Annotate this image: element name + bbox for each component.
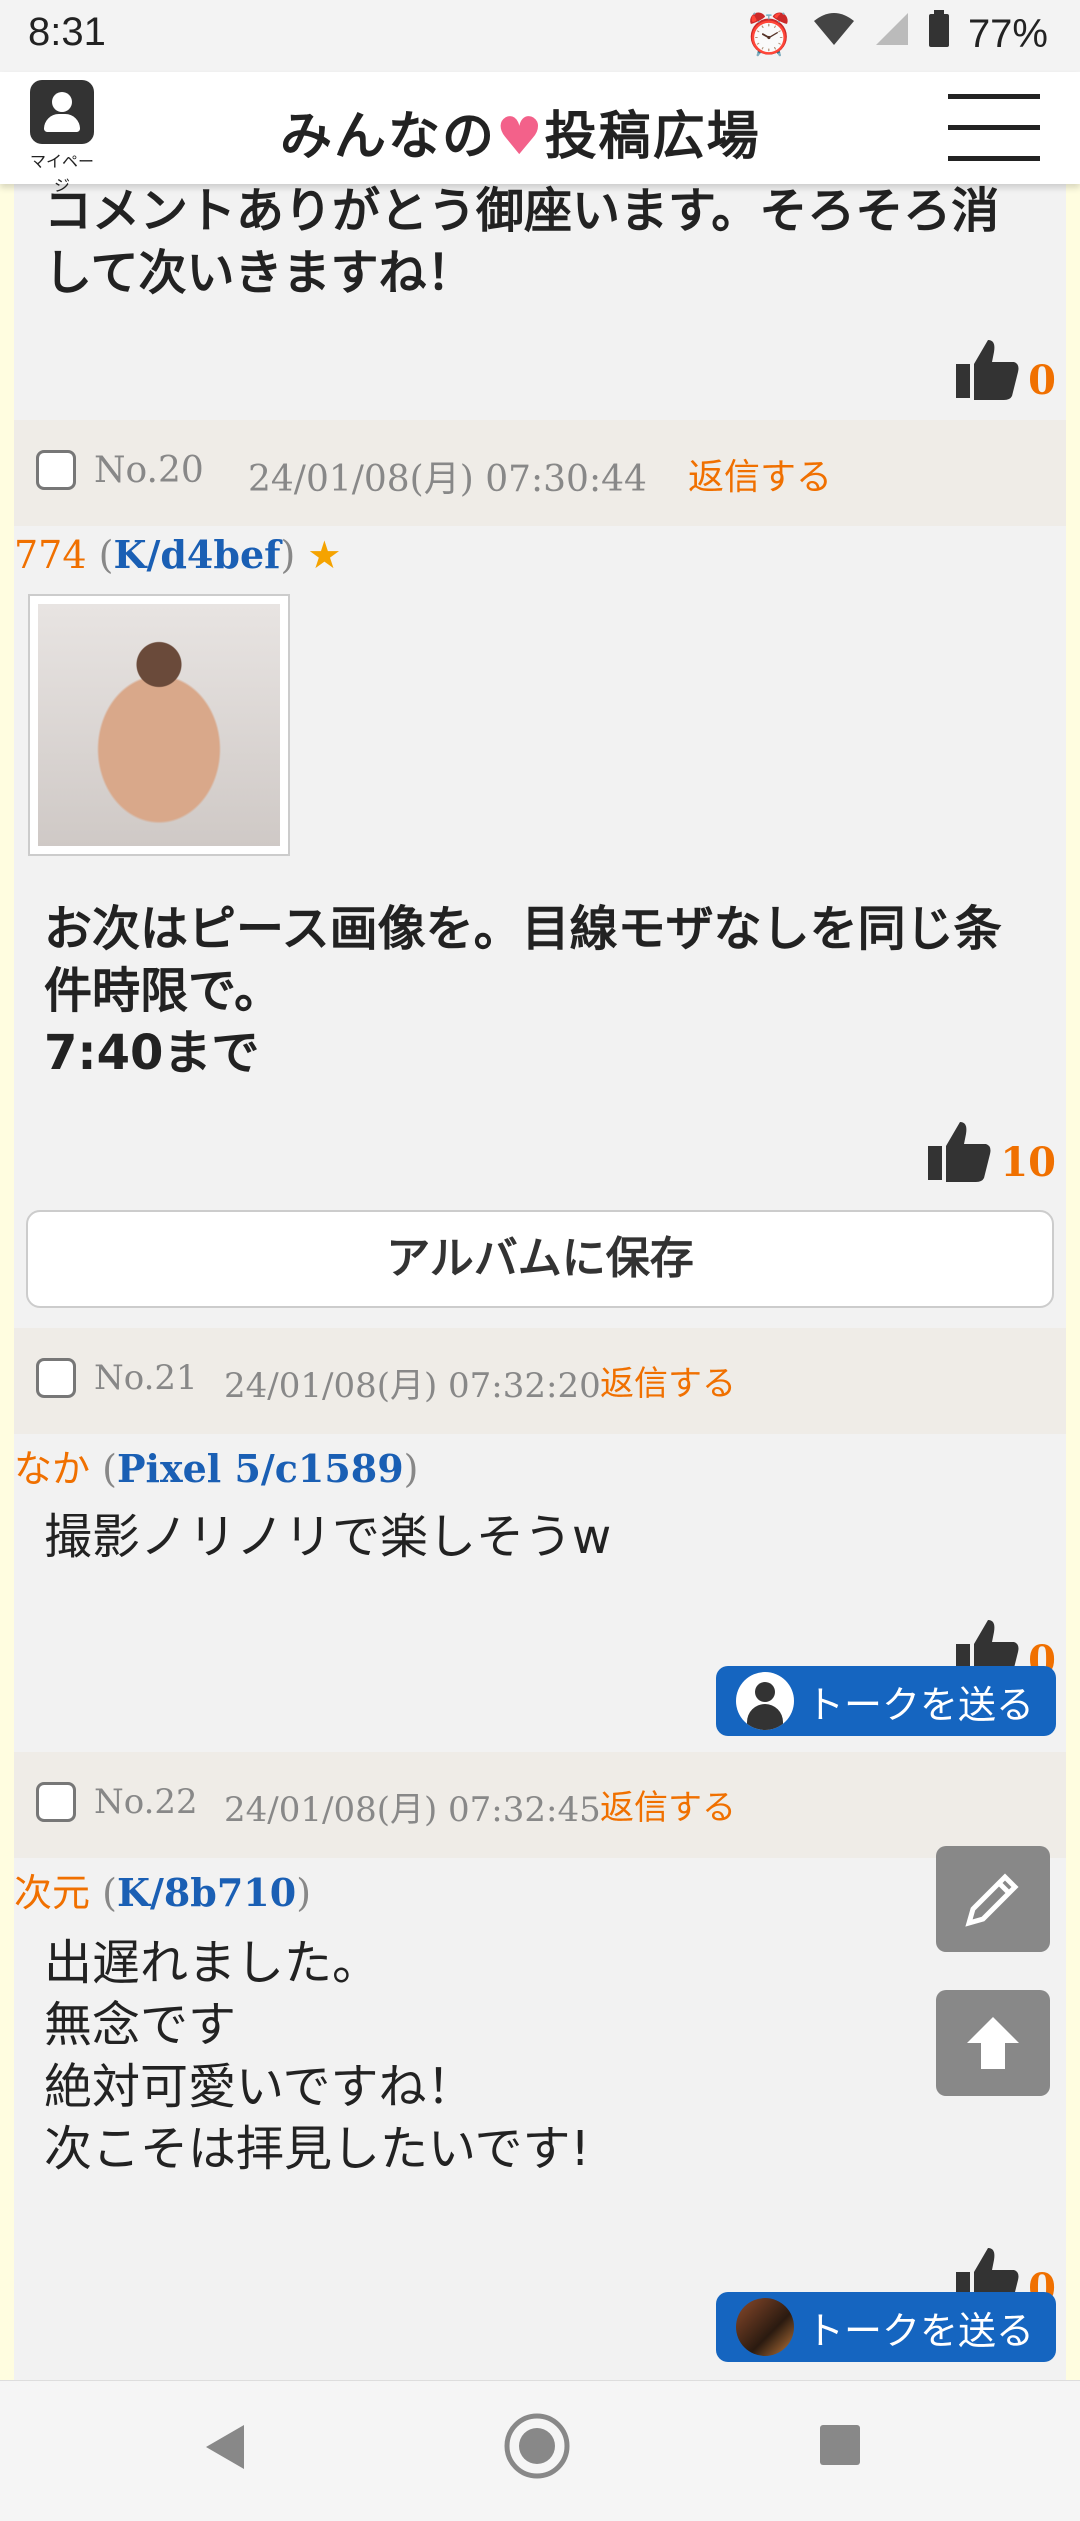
author-name: なか — [14, 1447, 91, 1491]
author-name: 次元 — [14, 1871, 91, 1915]
post-header: No.21 24/01/08(月) 07:32:20 返信する — [14, 1328, 1066, 1434]
post-item: No.22 24/01/08(月) 07:32:45 返信する 次元 (K/8b… — [14, 1752, 1066, 2380]
battery-icon — [928, 10, 950, 58]
alarm-icon: ⏰ — [744, 11, 794, 58]
wifi-icon — [812, 11, 856, 57]
send-talk-button[interactable]: トークを送る — [715, 2292, 1056, 2362]
save-to-album-button[interactable]: アルバムに保存 — [26, 1210, 1054, 1308]
clock: 8:31 — [28, 10, 106, 54]
author-id[interactable]: Pixel 5/c1589 — [117, 1446, 404, 1491]
mypage-label: マイページ — [29, 152, 94, 195]
author-name: 774 — [14, 533, 87, 577]
avatar-icon — [735, 1672, 794, 1730]
post-number: No.22 — [94, 1782, 198, 1822]
star-icon: ★ — [307, 533, 342, 577]
reply-link[interactable]: 返信する — [600, 1780, 736, 1829]
post-item: No.20 24/01/08(月) 07:30:44 返信する 774 (K/d… — [14, 420, 1066, 1328]
home-icon[interactable] — [502, 2411, 572, 2481]
post-checkbox[interactable] — [36, 1782, 76, 1822]
scroll-top-button[interactable] — [936, 1990, 1050, 2096]
author-id[interactable]: K/d4bef — [113, 532, 280, 577]
site-logo[interactable]: みんなの♥投稿広場 — [280, 94, 761, 169]
post-item: コメントありがとう御座います。そろそろ消して次いきますね！ 0 — [14, 184, 1066, 420]
post-number: No.21 — [94, 1358, 198, 1398]
thread-content: コメントありがとう御座います。そろそろ消して次いきますね！ 0 No.20 24… — [14, 184, 1066, 2380]
logo-text-left: みんなの — [280, 107, 497, 167]
reply-link[interactable]: 返信する — [688, 448, 832, 500]
like-count: 10 — [1000, 1139, 1056, 1186]
post-header: No.20 24/01/08(月) 07:30:44 返信する — [14, 420, 1066, 526]
thumbs-up-icon — [928, 1122, 991, 1182]
post-body: コメントありがとう御座います。そろそろ消して次いきますね！ — [44, 184, 1000, 301]
post-item: No.21 24/01/08(月) 07:32:20 返信する なか (Pixe… — [14, 1328, 1066, 1752]
post-checkbox[interactable] — [36, 1358, 76, 1398]
post-body: 撮影ノリノリで楽しそうw — [44, 1509, 612, 1565]
author-id[interactable]: K/8b710 — [117, 1870, 296, 1915]
like-button[interactable]: 0 — [952, 334, 1056, 404]
pencil-icon — [965, 1873, 1019, 1927]
signal-icon — [874, 11, 910, 57]
menu-icon[interactable] — [948, 94, 1040, 162]
post-number: No.20 — [94, 450, 204, 491]
avatar — [735, 2298, 794, 2356]
post-date: 24/01/08(月) 07:30:44 — [248, 459, 647, 500]
recents-icon[interactable] — [816, 2421, 864, 2469]
edit-post-button[interactable] — [936, 1846, 1050, 1952]
post-author: なか (Pixel 5/c1589) — [14, 1446, 419, 1491]
like-button[interactable]: 10 — [924, 1116, 1056, 1186]
send-talk-button[interactable]: トークを送る — [715, 1666, 1056, 1736]
post-date: 24/01/08(月) 07:32:45 — [224, 1790, 601, 1830]
site-header: マイページ みんなの♥投稿広場 — [0, 72, 1080, 195]
back-icon[interactable] — [200, 2421, 248, 2473]
arrow-up-icon — [967, 2017, 1019, 2069]
send-talk-label: トークを送る — [805, 2308, 1034, 2353]
status-bar: 8:31 ⏰ 77% — [0, 0, 1080, 72]
post-date: 24/01/08(月) 07:32:20 — [224, 1366, 601, 1406]
user-icon — [30, 80, 94, 144]
post-body: お次はピース画像を。目線モザなしを同じ条件時限で。 7:40まで — [44, 901, 1002, 1081]
post-body: 出遅れました。 無念です 絶対可愛いですね！ 次こそは拝見したいです! — [44, 1935, 590, 2177]
post-checkbox[interactable] — [36, 450, 76, 490]
send-talk-label: トークを送る — [805, 1682, 1034, 1727]
system-nav-bar — [0, 2380, 1080, 2521]
thumbs-up-icon — [956, 340, 1019, 400]
like-count: 0 — [1028, 357, 1056, 404]
reply-link[interactable]: 返信する — [600, 1356, 736, 1405]
post-author: 774 (K/d4bef) ★ — [14, 532, 342, 577]
heart-icon: ♥ — [496, 107, 545, 167]
post-header: No.22 24/01/08(月) 07:32:45 返信する — [14, 1752, 1066, 1858]
logo-text-right: 投稿広場 — [544, 107, 761, 167]
post-author: 次元 (K/8b710) — [14, 1870, 312, 1915]
mypage-button[interactable]: マイページ — [26, 80, 98, 195]
post-image[interactable] — [28, 594, 290, 856]
battery-level: 77% — [967, 11, 1048, 56]
